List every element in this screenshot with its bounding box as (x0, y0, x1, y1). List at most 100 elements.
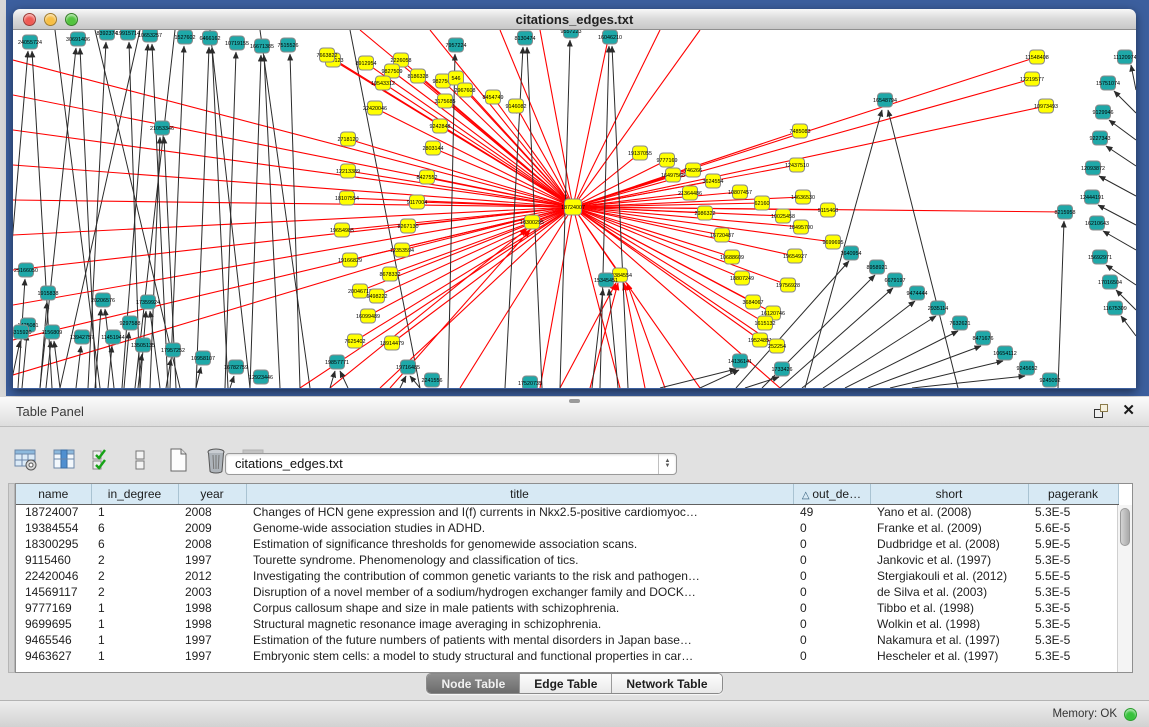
citation-edge-red[interactable] (392, 71, 573, 207)
table-cell: 2 (91, 552, 178, 568)
citation-edge-black[interactable] (129, 42, 140, 388)
citation-edge-red[interactable] (560, 283, 616, 388)
graph-node-label: 1915838 (38, 291, 59, 297)
column-header[interactable]: title (246, 484, 793, 504)
citation-edge-black[interactable] (845, 331, 958, 388)
graph-node-label: 9777169 (657, 158, 678, 164)
citation-edge-black[interactable] (210, 30, 250, 388)
citation-edge-black[interactable] (400, 376, 406, 388)
scrollbar-thumb[interactable] (1120, 508, 1130, 546)
citation-edge-red[interactable] (392, 207, 573, 343)
tab-edge-table[interactable]: Edge Table (520, 674, 612, 693)
citation-edge-black[interactable] (868, 346, 981, 388)
citation-edge-black[interactable] (823, 316, 936, 388)
clear-selection-button[interactable] (126, 446, 154, 474)
combo-stepper-icon: ▲▼ (658, 454, 676, 474)
graph-node-label: 9117004 (407, 200, 428, 206)
network-graph[interactable]: 1872400718300295193845549860123891295422… (13, 30, 1136, 388)
graph-node-label: 3624554 (703, 179, 724, 185)
table-row[interactable]: 911546021997Tourette syndrome. Phenomeno… (16, 552, 1118, 568)
citation-edge-black[interactable] (54, 341, 60, 388)
table-row[interactable]: 969969511998Structural magnetic resonanc… (16, 616, 1118, 632)
citation-edge-black[interactable] (260, 30, 310, 388)
table-row[interactable]: 1830029562008Estimation of significance … (16, 536, 1118, 552)
column-header[interactable]: pagerank (1028, 484, 1118, 504)
citation-edge-black[interactable] (1106, 146, 1136, 166)
column-header[interactable]: name (16, 484, 91, 504)
tab-network-table[interactable]: Network Table (612, 674, 721, 693)
table-row[interactable]: 946362711997Embryonic stem cells: a mode… (16, 648, 1118, 664)
citation-edge-black[interactable] (135, 30, 175, 388)
citation-edge-black[interactable] (1121, 316, 1136, 336)
table-cell: 2008 (178, 504, 246, 520)
graph-node-label: 16210643 (1085, 221, 1109, 227)
table-select-combo[interactable]: citations_edges.txt ▲▼ (225, 453, 677, 475)
citation-edge-red[interactable] (430, 30, 573, 207)
table-row[interactable]: 1938455462009Genome-wide association stu… (16, 520, 1118, 536)
column-header[interactable]: short (870, 484, 1028, 504)
citation-edge-red[interactable] (348, 139, 573, 207)
citation-edge-black[interactable] (912, 376, 1025, 388)
citation-edge-black[interactable] (1131, 65, 1136, 90)
citation-edge-black[interactable] (505, 47, 523, 388)
table-cell: Yano et al. (2008) (870, 504, 1028, 520)
citation-edge-black[interactable] (250, 55, 261, 388)
graph-canvas[interactable]: 1872400718300295193845549860123891295422… (13, 30, 1136, 388)
citation-edge-red[interactable] (13, 207, 573, 375)
citation-edge-black[interactable] (212, 47, 228, 388)
citation-edge-red[interactable] (573, 79, 1032, 207)
table-row[interactable]: 1872400712008Changes of HCN gene express… (16, 504, 1118, 520)
citation-edge-black[interactable] (802, 301, 915, 388)
new-column-button[interactable] (164, 446, 192, 474)
citation-edge-black[interactable] (196, 47, 209, 388)
citation-edge-black[interactable] (888, 110, 958, 388)
close-panel-button[interactable]: ✕ (1122, 404, 1135, 418)
citation-edge-red[interactable] (330, 229, 527, 388)
show-columns-button[interactable] (50, 446, 78, 474)
column-header[interactable]: △ out_de… (793, 484, 870, 504)
citation-edge-red[interactable] (445, 101, 573, 207)
table-mode-button[interactable] (12, 446, 40, 474)
citation-edge-black[interactable] (225, 52, 236, 388)
citation-edge-black[interactable] (40, 302, 47, 388)
citation-edge-red[interactable] (13, 60, 573, 207)
table-scrollbar[interactable] (1117, 505, 1132, 672)
graph-node-label: 10719155 (225, 41, 249, 47)
citation-edge-red[interactable] (350, 207, 573, 260)
new-document-icon (166, 446, 190, 474)
citation-edge-red[interactable] (573, 30, 660, 207)
citation-edge-black[interactable] (780, 288, 893, 388)
graph-node-label: 2967608 (455, 88, 476, 94)
citation-edge-black[interactable] (609, 289, 618, 388)
tab-node-table[interactable]: Node Table (427, 674, 520, 693)
graph-node-label: 9474444 (907, 291, 928, 297)
citation-edge-red[interactable] (627, 283, 665, 388)
graph-node-label: 13942757 (70, 335, 94, 341)
citation-edge-black[interactable] (1109, 120, 1136, 140)
float-panel-button[interactable] (1094, 404, 1108, 418)
citation-edge-black[interactable] (1099, 176, 1136, 196)
table-cell: 0 (793, 600, 870, 616)
citation-edge-red[interactable] (348, 171, 573, 207)
window-titlebar[interactable]: citations_edges.txt (13, 9, 1136, 30)
citation-edge-black[interactable] (22, 334, 27, 388)
citation-edge-red[interactable] (573, 207, 795, 256)
table-row[interactable]: 977716911998Corpus callosum shape and si… (16, 600, 1118, 616)
table-row[interactable]: 1456911722003Disruption of a novel membe… (16, 584, 1118, 600)
column-header[interactable]: year (178, 484, 246, 504)
citation-edge-black[interactable] (76, 346, 81, 388)
citation-edge-black[interactable] (1114, 91, 1136, 113)
citation-edge-black[interactable] (1103, 231, 1136, 250)
table-row[interactable]: 946554611997Estimation of the future num… (16, 632, 1118, 648)
split-divider-handle[interactable] (569, 399, 580, 403)
table-cell: Structural magnetic resonance image aver… (246, 616, 793, 632)
table-cell: 1 (91, 600, 178, 616)
citation-edge-black[interactable] (1058, 221, 1064, 388)
citation-edge-black[interactable] (170, 46, 184, 388)
graph-node-label: 8215958 (1055, 210, 1076, 216)
table-row[interactable]: 2242004622012Investigating the contribut… (16, 568, 1118, 584)
citation-edge-black[interactable] (230, 376, 234, 388)
table-cell: 1997 (178, 552, 246, 568)
select-all-button[interactable] (88, 446, 116, 474)
column-header[interactable]: in_degree (91, 484, 178, 504)
